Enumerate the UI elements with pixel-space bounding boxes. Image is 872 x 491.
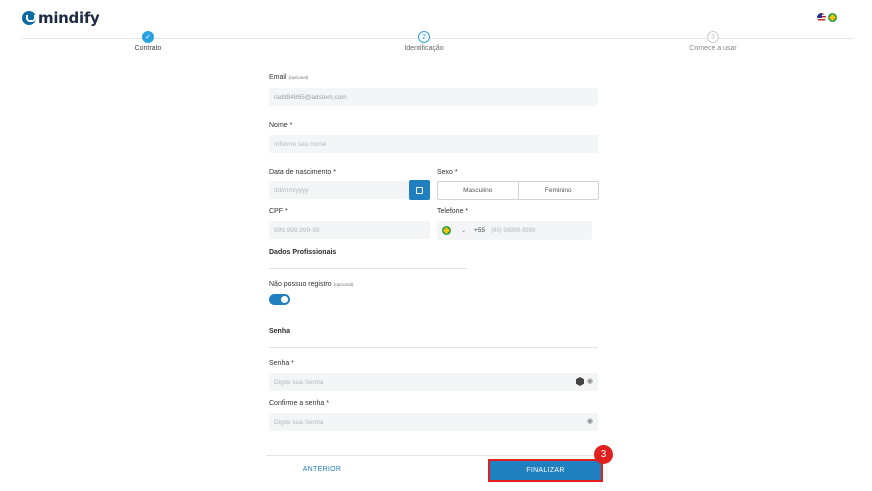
eye-icon[interactable]: ◉ bbox=[587, 417, 593, 425]
no-registry-text: Não possuo registro bbox=[269, 281, 332, 288]
eye-icon[interactable]: ◉ bbox=[587, 377, 593, 385]
country-code: +55 bbox=[474, 227, 486, 234]
step-identificacao: 2 Identificação bbox=[364, 31, 484, 52]
language-switcher bbox=[817, 13, 837, 22]
step-comece-a-usar: 3 Comece a usar bbox=[653, 31, 773, 52]
dados-profissionais-title: Dados Profissionais bbox=[269, 249, 337, 256]
no-registry-label: Não possuo registro (opcional) bbox=[269, 281, 353, 288]
email-label: Email (opcional) bbox=[269, 74, 308, 81]
step-label: Comece a usar bbox=[689, 45, 737, 52]
step-label: Contrato bbox=[134, 45, 162, 52]
anterior-button[interactable]: ANTERIOR bbox=[266, 456, 378, 482]
br-flag-icon[interactable] bbox=[442, 226, 451, 235]
sexo-selector: Masculino Feminino bbox=[437, 181, 599, 200]
calendar-icon bbox=[416, 186, 423, 194]
telefone-label: Telefone * bbox=[437, 208, 469, 215]
chevron-down-icon[interactable]: ⌄ bbox=[461, 227, 466, 234]
section-divider bbox=[269, 347, 598, 348]
senha-label: Senha * bbox=[269, 360, 294, 367]
confirm-senha-field[interactable]: Digite sua Senha bbox=[269, 413, 598, 431]
confirm-senha-label: Confirme a senha * bbox=[269, 400, 329, 407]
logo-icon bbox=[22, 11, 36, 25]
cpf-field[interactable]: 999.999.999-99 bbox=[269, 221, 430, 239]
step-annotation-badge: 3 bbox=[594, 445, 613, 464]
masculino-option[interactable]: Masculino bbox=[438, 182, 518, 199]
step-number: 2 bbox=[418, 31, 430, 43]
finalizar-button[interactable]: FINALIZAR bbox=[488, 459, 603, 482]
sexo-label: Sexo * bbox=[437, 169, 458, 176]
email-field[interactable]: radit84865@adstem.com bbox=[269, 88, 598, 106]
cpf-label: CPF * bbox=[269, 208, 288, 215]
check-icon: ✓ bbox=[142, 31, 154, 43]
step-number: 3 bbox=[707, 31, 719, 43]
mindify-logo[interactable]: mindify bbox=[22, 9, 100, 27]
step-contrato: ✓ Contrato bbox=[88, 31, 208, 52]
nome-field[interactable]: Informe seu nome bbox=[269, 135, 598, 153]
birthdate-field[interactable]: dd/mm/yyyy bbox=[269, 181, 411, 199]
nome-label: Nome * bbox=[269, 122, 293, 129]
calendar-button[interactable] bbox=[409, 180, 430, 200]
optional-tag: (opcional) bbox=[288, 75, 309, 80]
optional-tag: (opcional) bbox=[333, 282, 354, 287]
telefone-field[interactable]: ⌄ +55 (99) 99999-9999 bbox=[437, 221, 592, 240]
br-flag-icon[interactable] bbox=[828, 13, 837, 22]
no-registry-toggle[interactable] bbox=[269, 294, 290, 305]
step-label: Identificação bbox=[404, 45, 444, 52]
senha-field[interactable]: Digite sua Senha bbox=[269, 373, 598, 391]
feminino-option[interactable]: Feminino bbox=[517, 182, 599, 199]
senha-section-title: Senha bbox=[269, 328, 291, 335]
birthdate-label: Data de nascimento * bbox=[269, 169, 336, 176]
logo-text: mindify bbox=[38, 9, 100, 27]
telefone-placeholder: (99) 99999-9999 bbox=[491, 227, 536, 234]
section-divider bbox=[269, 268, 467, 269]
us-flag-icon[interactable] bbox=[817, 13, 826, 22]
email-label-text: Email bbox=[269, 74, 287, 81]
